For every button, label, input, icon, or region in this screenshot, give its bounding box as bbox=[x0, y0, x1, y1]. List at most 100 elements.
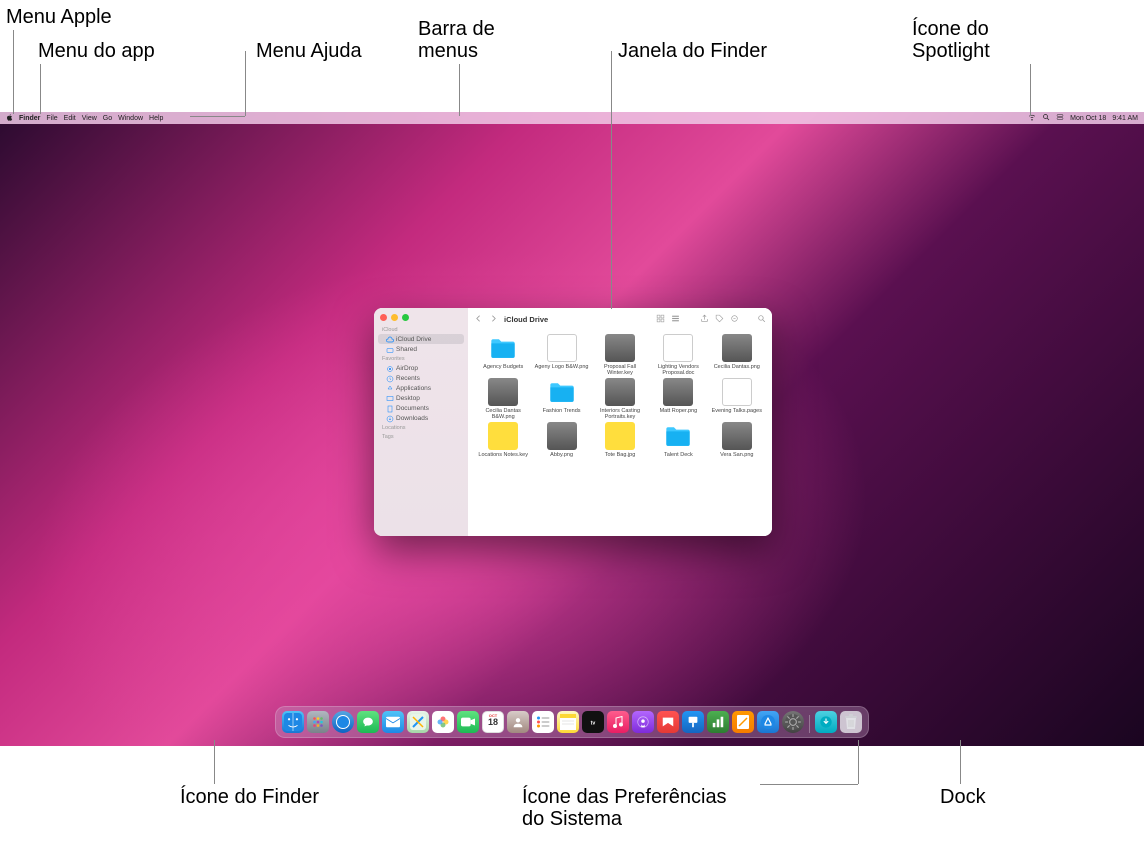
finder-main: iCloud Drive Agency Budgets Ageny Logo B&… bbox=[468, 308, 772, 536]
sidebar-item-airdrop[interactable]: AirDrop bbox=[378, 363, 464, 373]
dock-downloads-icon[interactable] bbox=[815, 711, 837, 733]
dock-trash-icon[interactable] bbox=[840, 711, 862, 733]
desktop-icon bbox=[386, 395, 393, 402]
close-button[interactable] bbox=[380, 314, 387, 321]
spotlight-icon[interactable] bbox=[1042, 113, 1050, 123]
dock-photos-icon[interactable] bbox=[432, 711, 454, 733]
finder-window[interactable]: iCloud iCloud DriveShared Favorites AirD… bbox=[374, 308, 772, 536]
file-item[interactable]: Cecilia Dantas.png bbox=[710, 334, 764, 376]
desktop-screen: Finder File Edit View Go Window Help Mon… bbox=[0, 112, 1144, 746]
file-item[interactable]: Matt Roper.png bbox=[651, 378, 705, 420]
file-item[interactable]: Abby.png bbox=[534, 422, 588, 458]
back-button[interactable] bbox=[474, 314, 483, 325]
file-item[interactable]: Locations Notes.key bbox=[476, 422, 530, 458]
dock-launchpad-icon[interactable] bbox=[307, 711, 329, 733]
menu-file[interactable]: File bbox=[46, 115, 57, 122]
file-item[interactable]: Ageny Logo B&W.png bbox=[534, 334, 588, 376]
action-icon[interactable] bbox=[730, 314, 739, 325]
sidebar-item-downloads[interactable]: Downloads bbox=[378, 413, 464, 423]
share-icon[interactable] bbox=[700, 314, 709, 325]
dock-separator bbox=[809, 715, 810, 733]
dock-reminders-icon[interactable] bbox=[532, 711, 554, 733]
dock-news-icon[interactable] bbox=[657, 711, 679, 733]
minimize-button[interactable] bbox=[391, 314, 398, 321]
finder-toolbar: iCloud Drive bbox=[468, 308, 772, 330]
sidebar-item-shared[interactable]: Shared bbox=[378, 344, 464, 354]
dock-pages-icon[interactable] bbox=[732, 711, 754, 733]
file-name: Matt Roper.png bbox=[660, 408, 698, 414]
file-item[interactable]: Tote Bag.jpg bbox=[593, 422, 647, 458]
dock-facetime-icon[interactable] bbox=[457, 711, 479, 733]
anno-help-menu: Menu Ajuda bbox=[256, 40, 362, 62]
dock-notes-icon[interactable] bbox=[557, 711, 579, 733]
dock-safari-icon[interactable] bbox=[332, 711, 354, 733]
tag-icon[interactable] bbox=[715, 314, 724, 325]
dock-podcasts-icon[interactable] bbox=[632, 711, 654, 733]
sidebar-item-applications[interactable]: Applications bbox=[378, 383, 464, 393]
apps-icon bbox=[386, 385, 393, 392]
zoom-button[interactable] bbox=[402, 314, 409, 321]
doc-icon bbox=[386, 405, 393, 412]
menu-help[interactable]: Help bbox=[149, 115, 163, 122]
view-grid-icon[interactable] bbox=[656, 314, 665, 325]
file-name: Talent Deck bbox=[664, 452, 693, 458]
anno-line bbox=[960, 740, 961, 784]
file-item[interactable]: Vera San.png bbox=[710, 422, 764, 458]
menu-window[interactable]: Window bbox=[118, 115, 143, 122]
file-item[interactable]: Fashion Trends bbox=[534, 378, 588, 420]
dock-finder-icon[interactable] bbox=[282, 711, 304, 733]
finder-title: iCloud Drive bbox=[504, 315, 548, 324]
sidebar-item-icloud-drive[interactable]: iCloud Drive bbox=[378, 334, 464, 344]
file-item[interactable]: Evening Talks.pages bbox=[710, 378, 764, 420]
dock-numbers-icon[interactable] bbox=[707, 711, 729, 733]
anno-dock: Dock bbox=[940, 786, 986, 808]
dock-keynote-icon[interactable] bbox=[682, 711, 704, 733]
file-item[interactable]: Cecilia Dantas B&W.png bbox=[476, 378, 530, 420]
dock-container: OCT18 tv bbox=[275, 706, 869, 738]
dock-maps-icon[interactable] bbox=[407, 711, 429, 733]
calendar-day: 18 bbox=[488, 717, 498, 727]
dock-appstore-icon[interactable] bbox=[757, 711, 779, 733]
file-item[interactable]: Agency Budgets bbox=[476, 334, 530, 376]
dock-mail-icon[interactable] bbox=[382, 711, 404, 733]
calendar-month: OCT bbox=[489, 713, 497, 718]
app-menu-name[interactable]: Finder bbox=[19, 115, 40, 122]
menubar-time[interactable]: 9:41 AM bbox=[1112, 115, 1138, 122]
down-icon bbox=[386, 415, 393, 422]
sidebar-item-recents[interactable]: Recents bbox=[378, 373, 464, 383]
menu-go[interactable]: Go bbox=[103, 115, 112, 122]
file-item[interactable]: Talent Deck bbox=[651, 422, 705, 458]
finder-file-grid: Agency Budgets Ageny Logo B&W.png Proposal… bbox=[468, 330, 772, 536]
dock-messages-icon[interactable] bbox=[357, 711, 379, 733]
menu-bar: Finder File Edit View Go Window Help Mon… bbox=[0, 112, 1144, 124]
group-icon[interactable] bbox=[671, 314, 680, 325]
menubar-date[interactable]: Mon Oct 18 bbox=[1070, 115, 1106, 122]
dock-calendar-icon[interactable]: OCT18 bbox=[482, 711, 504, 733]
forward-button[interactable] bbox=[489, 314, 498, 325]
file-item[interactable]: Proposal Fall Winter.key bbox=[593, 334, 647, 376]
sidebar-item-label: Recents bbox=[396, 375, 420, 382]
annotation-layer-top: Menu Apple Menu do app Menu Ajuda Barra … bbox=[0, 0, 1144, 108]
file-thumbnail bbox=[722, 378, 752, 406]
search-icon[interactable] bbox=[757, 314, 766, 325]
dock-contacts-icon[interactable] bbox=[507, 711, 529, 733]
folder-icon bbox=[663, 422, 693, 450]
menu-view[interactable]: View bbox=[82, 115, 97, 122]
apple-menu[interactable] bbox=[6, 114, 13, 123]
sidebar-header-icloud: iCloud bbox=[374, 325, 468, 334]
sidebar-header-favorites: Favorites bbox=[374, 354, 468, 363]
menu-edit[interactable]: Edit bbox=[64, 115, 76, 122]
file-name: Fashion Trends bbox=[543, 408, 581, 414]
dock-system-preferences-icon[interactable] bbox=[782, 711, 804, 733]
sidebar-item-desktop[interactable]: Desktop bbox=[378, 393, 464, 403]
dock-music-icon[interactable] bbox=[607, 711, 629, 733]
file-item[interactable]: Lighting Vendors Proposal.doc bbox=[651, 334, 705, 376]
file-item[interactable]: Interiors Casting Portraits.key bbox=[593, 378, 647, 420]
dock-tv-icon[interactable]: tv bbox=[582, 711, 604, 733]
control-center-icon[interactable] bbox=[1056, 113, 1064, 123]
file-name: Interiors Casting Portraits.key bbox=[593, 408, 647, 420]
file-name: Ageny Logo B&W.png bbox=[535, 364, 589, 370]
file-thumbnail bbox=[488, 378, 518, 406]
file-thumbnail bbox=[547, 422, 577, 450]
sidebar-item-documents[interactable]: Documents bbox=[378, 403, 464, 413]
